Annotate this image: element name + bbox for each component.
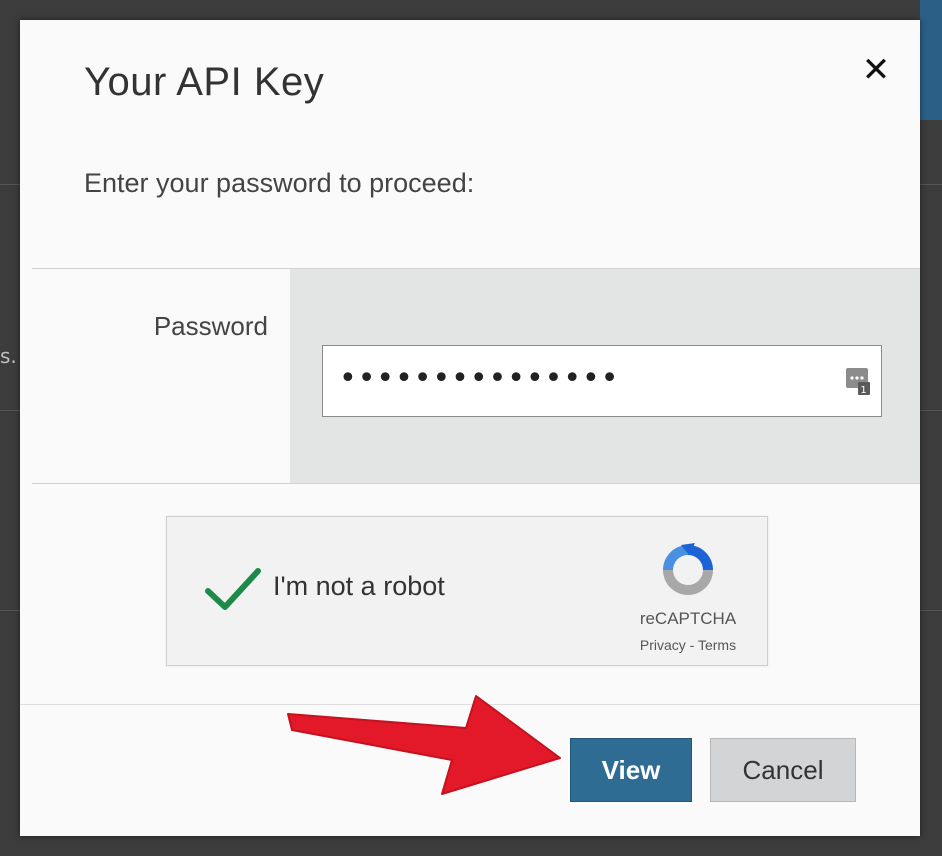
terms-link[interactable]: Terms [698,637,736,653]
privacy-link[interactable]: Privacy [640,637,686,653]
password-label: Password [153,311,268,341]
background-header-strip [920,0,942,120]
recaptcha-widget: I'm not a robot reCAPTCHA Privacy - Term… [166,516,768,666]
view-button[interactable]: View [570,738,692,802]
close-icon[interactable]: ✕ [860,53,892,87]
recaptcha-brand: reCAPTCHA [639,609,737,628]
dialog-title: Your API Key [84,60,325,104]
cancel-button[interactable]: Cancel [710,738,856,802]
svg-text:1: 1 [860,385,867,396]
password-value: ••••••••••••••• [339,361,620,396]
captcha-label: I'm not a robot [273,571,445,601]
recaptcha-logo-icon [663,543,713,595]
recaptcha-links: Privacy - Terms [639,637,737,653]
checkmark-icon[interactable] [203,565,263,613]
password-form-row: Password ••••••••••••••• 1 [32,268,920,484]
footer-divider [20,704,920,705]
dialog-instruction: Enter your password to proceed: [84,168,475,198]
api-key-dialog: Your API Key ✕ Enter your password to pr… [20,20,920,836]
password-input[interactable]: ••••••••••••••• 1 [322,345,882,417]
password-manager-icon[interactable]: 1 [845,366,871,396]
background-text: s. [0,344,17,368]
